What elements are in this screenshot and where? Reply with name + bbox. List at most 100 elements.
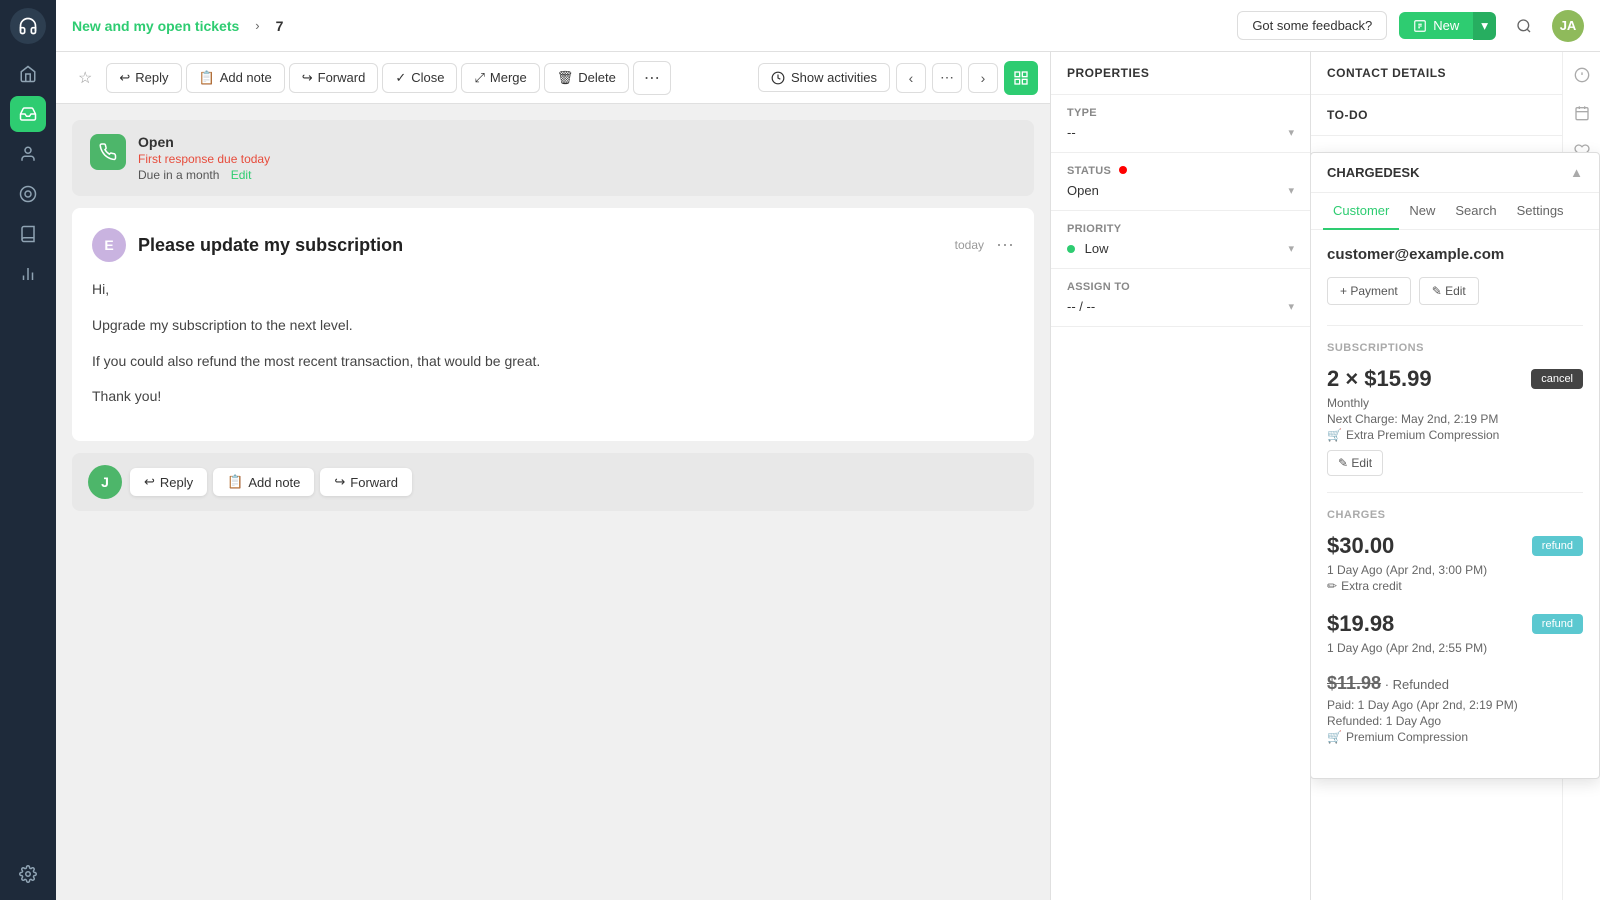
add-note-button[interactable]: 📋 Add note: [186, 63, 285, 93]
chargedesk-panel: CHARGEDESK ▲ Customer New Search Setting…: [1310, 152, 1600, 779]
tab-settings[interactable]: Settings: [1507, 193, 1574, 230]
contact-details-header: CONTACT DETAILS ▾: [1311, 52, 1600, 95]
status-dropdown-icon[interactable]: ▾: [1288, 184, 1294, 197]
calendar-icon[interactable]: [1567, 98, 1597, 128]
status-value[interactable]: Open ▾: [1067, 183, 1294, 198]
next-ticket-button[interactable]: ›: [968, 63, 998, 93]
chargedesk-tabs: Customer New Search Settings: [1311, 193, 1599, 230]
priority-section: Priority Low ▾: [1051, 211, 1310, 269]
charge-header-2: $19.98 refund: [1327, 611, 1583, 637]
sidebar-item-books[interactable]: [10, 216, 46, 252]
new-ticket-button[interactable]: New: [1399, 12, 1473, 39]
tab-customer[interactable]: Customer: [1323, 193, 1399, 230]
edit-customer-button[interactable]: ✎ Edit: [1419, 277, 1479, 305]
tab-new[interactable]: New: [1399, 193, 1445, 230]
status-banner: Open First response due today Due in a m…: [72, 120, 1034, 196]
charge-header-1: $30.00 refund: [1327, 533, 1583, 559]
add-note-button-bottom[interactable]: 📋 Add note: [213, 468, 314, 496]
tab-search[interactable]: Search: [1445, 193, 1506, 230]
reply-actions: ↩ Reply 📋 Add note ↪ Forward: [130, 468, 412, 496]
first-response-due: First response due today: [138, 152, 1016, 166]
reply-bar: J ↩ Reply 📋 Add note ↪ Forward: [72, 453, 1034, 511]
refund-button-2[interactable]: refund: [1532, 614, 1583, 634]
chargedesk-email: customer@example.com: [1327, 246, 1583, 263]
charge-item-1: $30.00 refund 1 Day Ago (Apr 2nd, 3:00 P…: [1327, 533, 1583, 593]
reply-button-bottom[interactable]: ↩ Reply: [130, 468, 207, 496]
star-button[interactable]: ☆: [68, 62, 102, 94]
cancel-subscription-button[interactable]: cancel: [1531, 369, 1583, 389]
new-ticket-dropdown[interactable]: ▾: [1473, 12, 1496, 40]
assign-value[interactable]: -- / -- ▾: [1067, 299, 1294, 314]
feedback-button[interactable]: Got some feedback?: [1237, 11, 1387, 40]
todo-section: TO-DO ▾: [1311, 95, 1600, 136]
content-area: ☆ ↩ Reply 📋 Add note ↪ Forward ✓ Close: [56, 52, 1600, 900]
delete-button[interactable]: 🗑 Delete: [544, 63, 629, 93]
edit-subscription-button[interactable]: ✎ Edit: [1327, 450, 1383, 476]
email-subject: Please update my subscription: [138, 235, 943, 256]
charge-amount-2: $19.98: [1327, 611, 1394, 637]
status-section: Status Open ▾: [1051, 153, 1310, 211]
sidebar-item-reports[interactable]: [10, 256, 46, 292]
assign-dropdown-icon[interactable]: ▾: [1288, 300, 1294, 313]
type-value[interactable]: -- ▾: [1067, 125, 1294, 140]
subscription-addon: 🛒 Extra Premium Compression: [1327, 428, 1583, 442]
action-bar: ☆ ↩ Reply 📋 Add note ↪ Forward ✓ Close: [56, 52, 1050, 104]
forward-icon: ↪: [302, 70, 313, 86]
assign-section: Assign to -- / -- ▾: [1051, 269, 1310, 327]
pencil-icon-1: ✏: [1327, 579, 1337, 593]
charge-note-1: ✏ Extra credit: [1327, 579, 1583, 593]
payment-button[interactable]: + Payment: [1327, 277, 1411, 305]
forward-button-bottom[interactable]: ↪ Forward: [320, 468, 412, 496]
divider-1: [1327, 325, 1583, 326]
charge-amount-3: $11.98 · Refunded: [1327, 673, 1449, 694]
subscription-next-charge: Next Charge: May 2nd, 2:19 PM: [1327, 412, 1583, 426]
user-avatar[interactable]: JA: [1552, 10, 1584, 42]
edit-mode-button[interactable]: [1004, 61, 1038, 95]
merge-button[interactable]: ⤢ Merge: [461, 63, 539, 93]
type-dropdown-icon[interactable]: ▾: [1288, 126, 1294, 139]
refund-button-1[interactable]: refund: [1532, 536, 1583, 556]
sidebar-item-inbox[interactable]: [10, 96, 46, 132]
prev-ticket-button[interactable]: ‹: [896, 63, 926, 93]
email-time: today: [955, 238, 984, 252]
priority-value[interactable]: Low ▾: [1067, 241, 1294, 256]
email-line-4: Thank you!: [92, 385, 1014, 409]
charges-label: CHARGES: [1327, 509, 1583, 521]
sidebar-item-analytics[interactable]: [10, 176, 46, 212]
new-icon: [1413, 19, 1427, 33]
sidebar-logo[interactable]: [10, 8, 46, 44]
cart-icon: 🛒: [1327, 428, 1342, 442]
email-line-1: Hi,: [92, 278, 1014, 302]
todo-label: TO-DO: [1327, 108, 1368, 122]
ticket-type-icon: [90, 134, 126, 170]
ticket-area: ☆ ↩ Reply 📋 Add note ↪ Forward ✓ Close: [56, 52, 1050, 900]
chargedesk-header: CHARGEDESK ▲: [1311, 153, 1599, 193]
reply-button[interactable]: ↩ Reply: [106, 63, 181, 93]
subscription-price-row: 2 × $15.99 cancel: [1327, 366, 1583, 392]
topbar-title[interactable]: New and my open tickets: [72, 18, 239, 34]
priority-dropdown-icon[interactable]: ▾: [1288, 242, 1294, 255]
close-button[interactable]: ✓ Close: [382, 63, 457, 93]
charge-item-3: $11.98 · Refunded Paid: 1 Day Ago (Apr 2…: [1327, 673, 1583, 744]
subscriptions-label: SUBSCRIPTIONS: [1327, 342, 1583, 354]
show-activities-button[interactable]: Show activities: [758, 63, 890, 92]
sidebar-item-home[interactable]: [10, 56, 46, 92]
subscription-billing: Monthly: [1327, 396, 1583, 410]
priority-label: Priority: [1067, 223, 1294, 235]
divider-2: [1327, 492, 1583, 493]
chargedesk-collapse-icon[interactable]: ▲: [1570, 165, 1583, 180]
more-nav-button[interactable]: ⋯: [932, 63, 962, 93]
more-options-button[interactable]: ⋯: [633, 61, 671, 95]
forward-button[interactable]: ↪ Forward: [289, 63, 379, 93]
edit-due-button[interactable]: Edit: [231, 168, 252, 182]
close-icon: ✓: [395, 70, 406, 86]
subscription-item: 2 × $15.99 cancel Monthly Next Charge: M…: [1327, 366, 1583, 476]
email-options-button[interactable]: ⋯: [996, 235, 1014, 256]
info-icon[interactable]: [1567, 60, 1597, 90]
sidebar-item-settings[interactable]: [10, 856, 46, 892]
search-button[interactable]: [1508, 10, 1540, 42]
trash-icon: 🗑: [557, 70, 574, 86]
search-icon: [1516, 18, 1532, 34]
sidebar-item-contacts[interactable]: [10, 136, 46, 172]
status-required-dot: [1119, 166, 1127, 174]
